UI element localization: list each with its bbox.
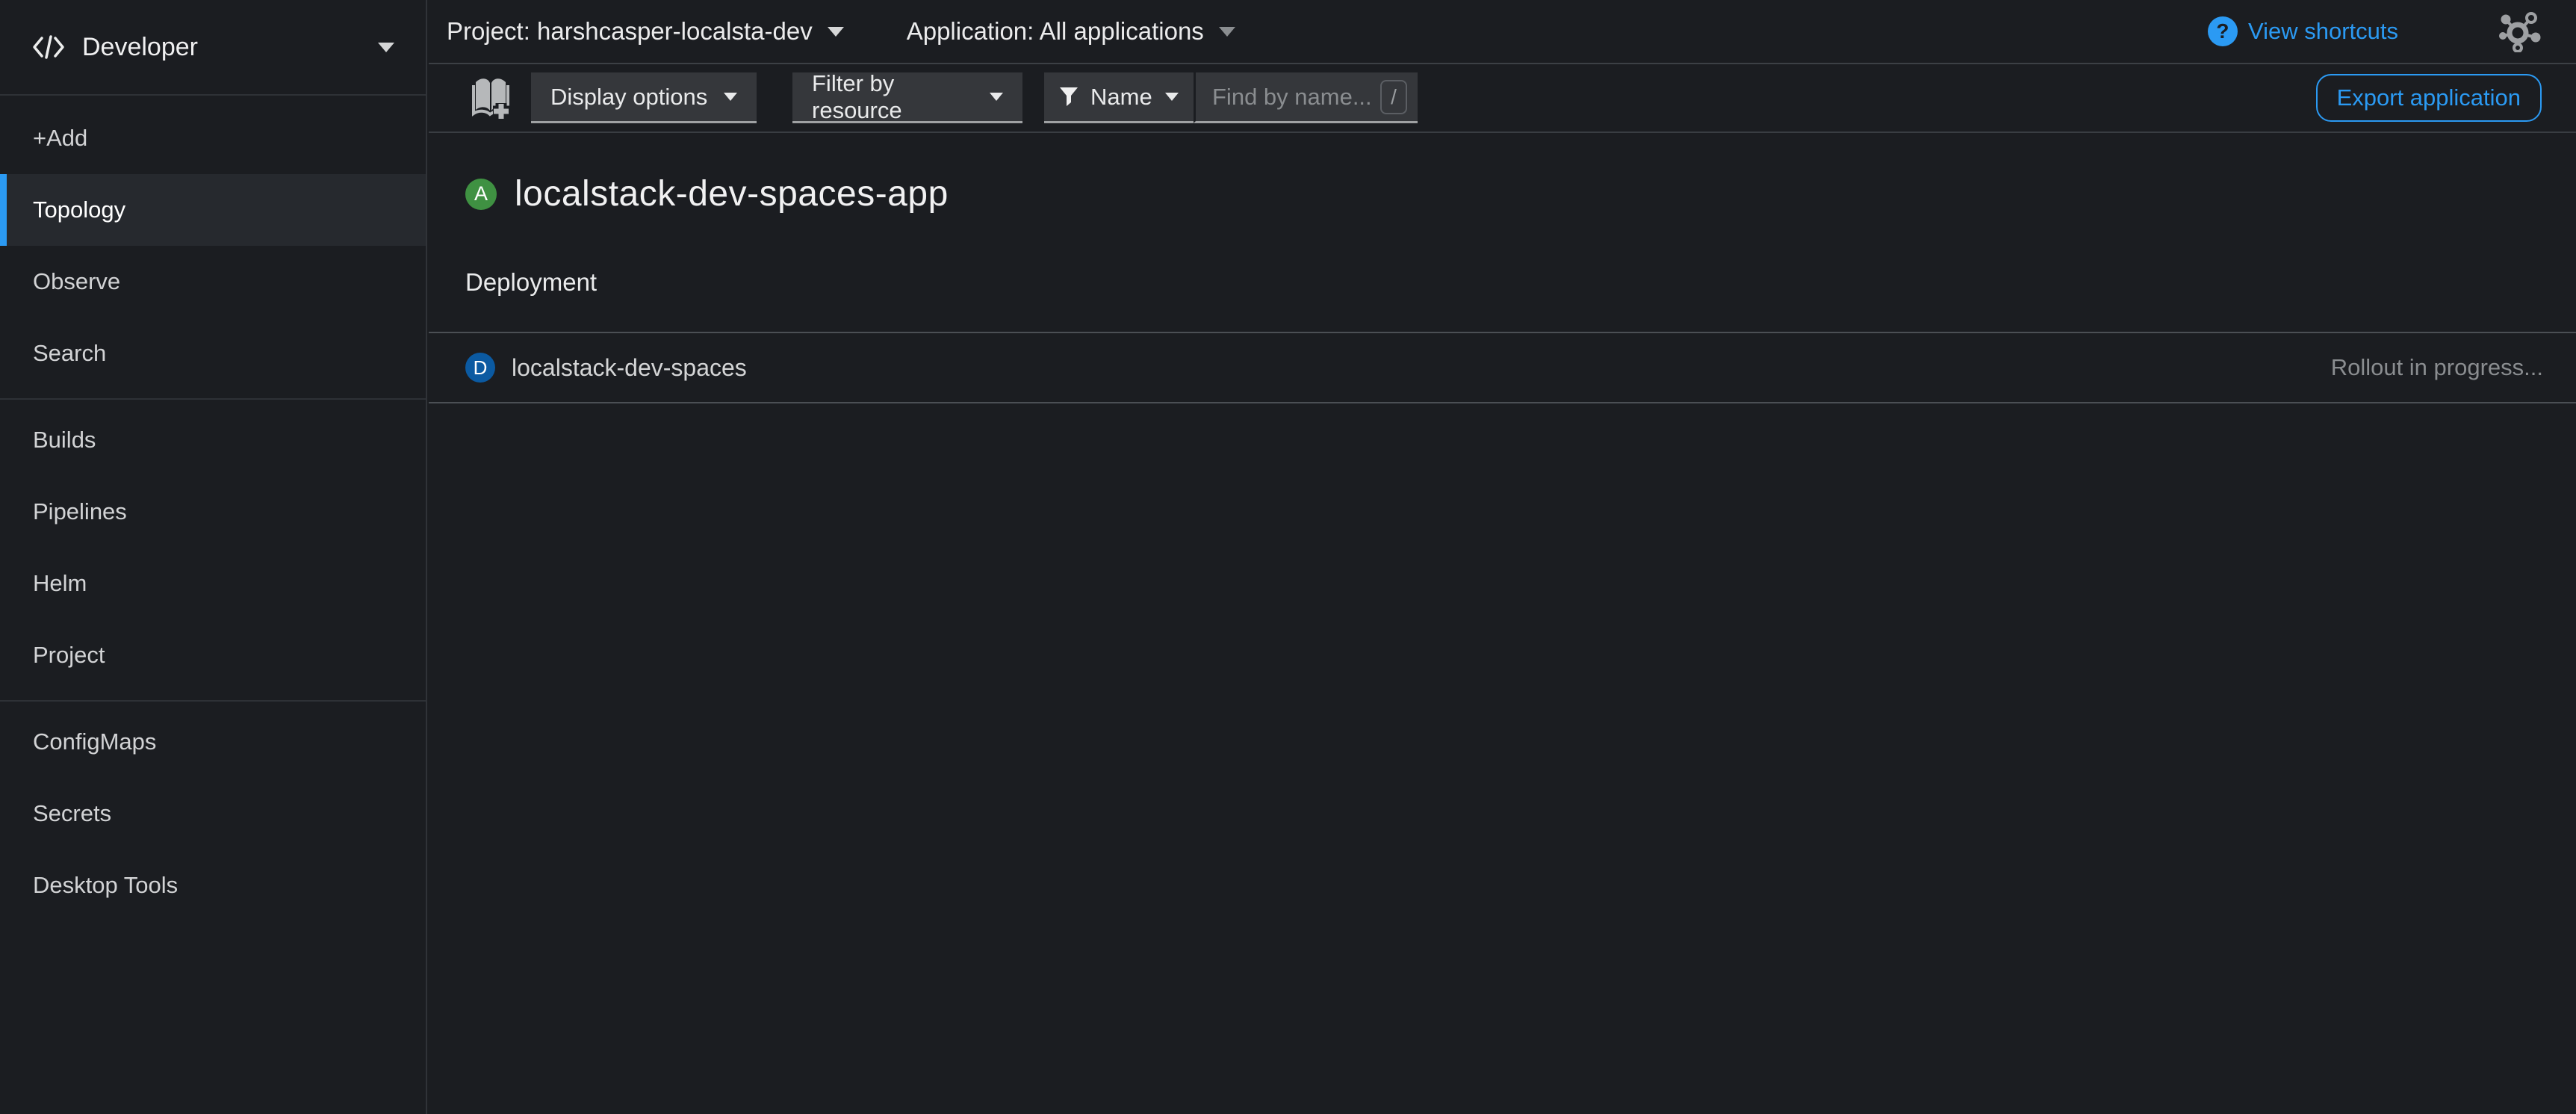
sidebar-divider <box>0 700 426 702</box>
sidebar-item-pipelines[interactable]: Pipelines <box>0 476 426 548</box>
code-icon <box>31 34 66 61</box>
topology-graph-icon <box>2495 10 2543 52</box>
resource-name-link[interactable]: localstack-dev-spaces <box>512 354 747 382</box>
application-switcher-label: Application: All applications <box>907 17 1204 46</box>
sidebar-item-search[interactable]: Search <box>0 318 426 389</box>
chevron-down-icon <box>1165 93 1179 101</box>
sidebar: Developer +Add Topology Observe Search B… <box>0 0 427 1114</box>
view-shortcuts-link[interactable]: ? View shortcuts <box>2208 16 2398 46</box>
slash-shortcut-key: / <box>1380 80 1407 114</box>
sidebar-item-helm[interactable]: Helm <box>0 548 426 619</box>
application-group-header: A localstack-dev-spaces-app <box>429 173 2576 214</box>
application-badge: A <box>465 179 497 210</box>
view-shortcuts-label: View shortcuts <box>2248 18 2398 45</box>
sidebar-group-main: +Add Topology Observe Search <box>0 96 426 389</box>
name-filter-group: Name / <box>1044 72 1418 123</box>
sidebar-item-add[interactable]: +Add <box>0 102 426 174</box>
chevron-down-icon <box>724 93 737 101</box>
project-switcher[interactable]: Project: harshcasper-localsta-dev <box>447 17 844 46</box>
resource-kind-heading: Deployment <box>429 268 2576 297</box>
sidebar-group-build: Builds Pipelines Helm Project <box>0 404 426 691</box>
perspective-switcher[interactable]: Developer <box>0 0 426 96</box>
filter-type-dropdown[interactable]: Name <box>1044 72 1194 123</box>
chevron-down-icon <box>990 93 1003 101</box>
context-bar: Project: harshcasper-localsta-dev Applic… <box>429 0 2576 64</box>
find-by-name-field: / <box>1194 72 1418 123</box>
topology-list-view: A localstack-dev-spaces-app Deployment D… <box>429 133 2576 1114</box>
export-application-button[interactable]: Export application <box>2316 74 2542 122</box>
book-plus-icon <box>471 75 510 121</box>
application-switcher[interactable]: Application: All applications <box>907 17 1235 46</box>
sidebar-divider <box>0 398 426 400</box>
deployment-badge: D <box>465 353 495 383</box>
application-name: localstack-dev-spaces-app <box>515 173 949 214</box>
topology-toolbar: Display options Filter by resource Name … <box>429 64 2576 133</box>
status-text: Rollout in progress... <box>2331 354 2543 381</box>
display-options-label: Display options <box>550 84 707 111</box>
resource-list: D localstack-dev-spaces Rollout in progr… <box>429 332 2576 403</box>
chevron-down-icon <box>1219 27 1235 37</box>
chevron-down-icon <box>828 27 844 37</box>
chevron-down-icon <box>378 43 394 52</box>
filter-type-label: Name <box>1090 84 1152 111</box>
sidebar-item-project[interactable]: Project <box>0 619 426 691</box>
sidebar-item-desktop-tools[interactable]: Desktop Tools <box>0 850 426 921</box>
sidebar-item-configmaps[interactable]: ConfigMaps <box>0 706 426 778</box>
funnel-icon <box>1059 87 1078 107</box>
display-options-dropdown[interactable]: Display options <box>531 72 757 123</box>
find-by-name-input[interactable] <box>1212 84 1380 111</box>
topology-view-toggle-button[interactable] <box>2495 10 2543 52</box>
question-circle-icon: ? <box>2208 16 2238 46</box>
filter-by-resource-label: Filter by resource <box>812 70 990 124</box>
table-row[interactable]: D localstack-dev-spaces Rollout in progr… <box>429 332 2576 403</box>
filter-by-resource-dropdown[interactable]: Filter by resource <box>792 72 1022 123</box>
sidebar-item-secrets[interactable]: Secrets <box>0 778 426 850</box>
perspective-label: Developer <box>82 33 198 62</box>
sidebar-group-config: ConfigMaps Secrets Desktop Tools <box>0 706 426 921</box>
project-switcher-label: Project: harshcasper-localsta-dev <box>447 17 813 46</box>
sidebar-item-observe[interactable]: Observe <box>0 246 426 318</box>
sidebar-item-topology[interactable]: Topology <box>0 174 426 246</box>
quick-search-button[interactable] <box>471 75 510 121</box>
sidebar-item-builds[interactable]: Builds <box>0 404 426 476</box>
